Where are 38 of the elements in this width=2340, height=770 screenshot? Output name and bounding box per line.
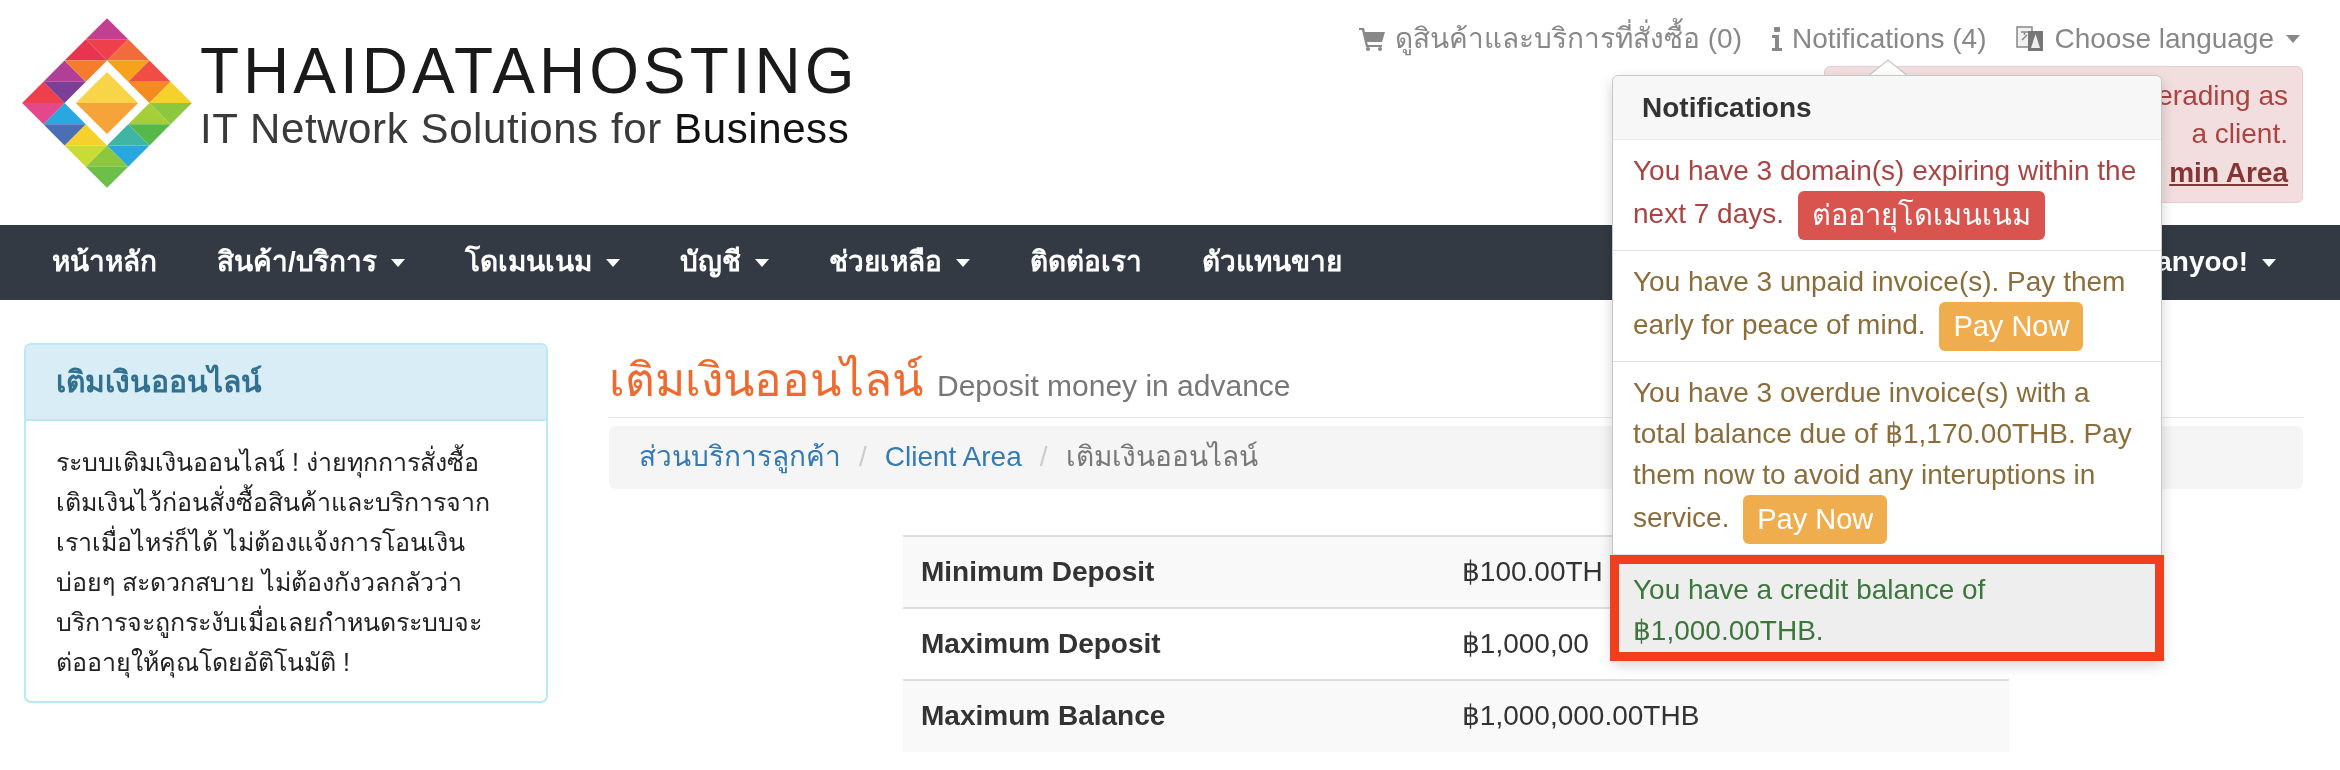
- breadcrumb-current: เติมเงินออนไลน์: [1065, 440, 1258, 475]
- notification-item[interactable]: You have 3 overdue invoice(s) with a total balance due of ฿1,170.00THB. Pay them now to avoid any interuptions in service. Pay Now: [1613, 362, 2161, 555]
- logo-tagline: IT Network Solutions for Business: [200, 106, 850, 152]
- info-icon: [1771, 27, 1782, 51]
- page-title: เติมเงินออนไลน์: [609, 353, 923, 408]
- cart-link[interactable]: ดูสินค้าและบริการที่สั่งซื้อ (0): [1358, 19, 1742, 59]
- admin-area-link[interactable]: min Area: [2169, 153, 2288, 193]
- nav-item[interactable]: ช่วยเหลือ: [828, 242, 970, 283]
- limit-value: ฿1,000,000.00THB: [1462, 700, 1700, 732]
- cart-icon: [1358, 27, 1385, 51]
- nav-item[interactable]: สินค้า/บริการ: [217, 242, 405, 283]
- breadcrumb-separator: /: [1039, 440, 1048, 475]
- limit-value: ฿100.00TH: [1462, 556, 1603, 587]
- nav-item[interactable]: โดเมนเนม: [464, 242, 620, 283]
- dropdown-header: Notifications: [1613, 76, 2161, 140]
- breadcrumb-link[interactable]: Client Area: [884, 437, 1022, 478]
- diamond-logo-icon: [22, 18, 192, 188]
- nav-item[interactable]: หน้าหลัก: [52, 242, 157, 283]
- panel-header: เติมเงินออนไลน์: [26, 345, 546, 421]
- notification-item[interactable]: You have a credit balance of ฿1,000.00THB.: [1610, 555, 2164, 661]
- breadcrumb-link[interactable]: ส่วนบริการลูกค้า: [639, 437, 841, 478]
- notification-item[interactable]: You have 3 domain(s) expiring within the next 7 days. ต่ออายุโดเมนเนม: [1613, 140, 2161, 251]
- nav-item[interactable]: บัญชี: [679, 242, 769, 283]
- language-menu[interactable]: Choose language: [2016, 19, 2300, 59]
- page-subtitle: Deposit money in advance: [937, 368, 1291, 404]
- translate-icon: [2016, 26, 2045, 52]
- limit-label: Minimum Deposit: [921, 556, 1155, 587]
- notifications-link[interactable]: Notifications (4): [1771, 19, 1987, 59]
- panel-text: ระบบเติมเงินออนไลน์ ! ง่ายทุกการสั่งซื้อเติมเงินไว้ก่อนสั่งซื้อสินค้าและบริการจากเราเมื่อไหร่ก็ได้ ไม่ต้องแจ้งการโอนเงินบ่อยๆ สะดวกสบาย ไม่ต้องกังวลกลัวว่าบริการจะถูกระงับเมื่อเลยกำหนดระบบจะต่ออายุให้คุณโดยอัติโนมัติ !: [56, 442, 502, 682]
- logo-title: THAIDATAHOSTING: [200, 36, 859, 106]
- breadcrumb-separator: /: [859, 440, 867, 475]
- nav-item[interactable]: ติดต่อเรา: [1029, 242, 1142, 283]
- renew-domain-button[interactable]: ต่ออายุโดเมนเนม: [1797, 191, 2045, 240]
- limit-label: Maximum Deposit: [921, 628, 1161, 659]
- notification-item[interactable]: You have 3 unpaid invoice(s). Pay them early for peace of mind. Pay Now: [1613, 251, 2161, 362]
- limit-label: Maximum Balance: [921, 700, 1166, 732]
- limit-value: ฿1,000,00: [1462, 628, 1589, 659]
- nav-item[interactable]: ตัวแทนขาย: [1201, 242, 1342, 283]
